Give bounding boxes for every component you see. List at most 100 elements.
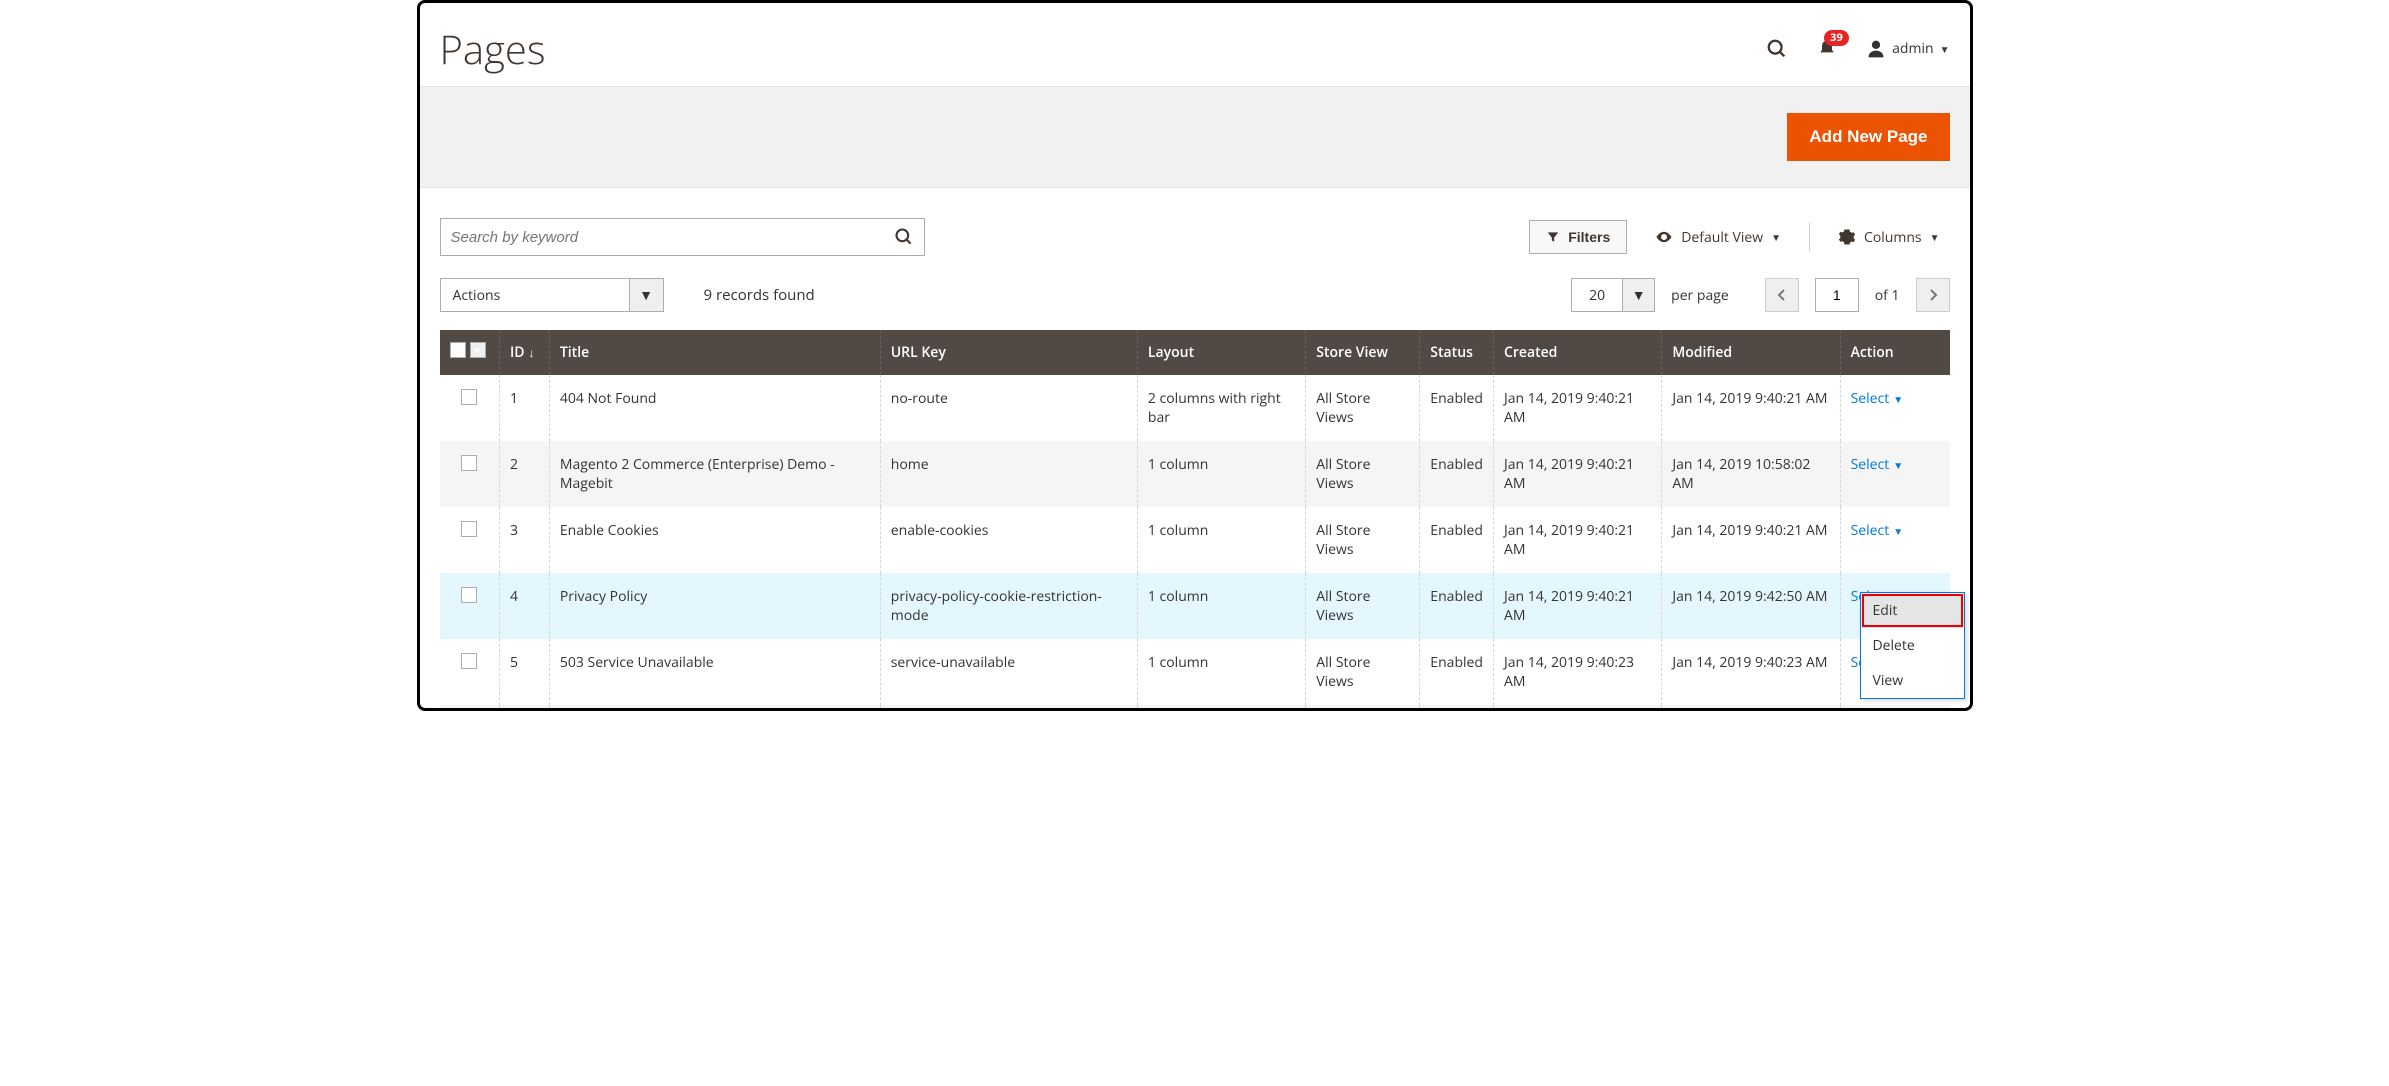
row-checkbox[interactable] <box>461 653 477 669</box>
cell-url: enable-cookies <box>880 507 1137 573</box>
columns-button[interactable]: Columns ▼ <box>1828 220 1950 255</box>
cell-layout: 1 column <box>1137 705 1305 711</box>
prev-page-button[interactable] <box>1765 278 1799 312</box>
cell-title: 404 Not Found <box>549 375 880 441</box>
select-all-checkbox[interactable] <box>450 342 466 358</box>
col-id[interactable]: ID↓ <box>499 330 549 375</box>
chevron-down-icon: ▼ <box>1771 230 1781 244</box>
search-input[interactable] <box>451 229 894 246</box>
search-box <box>440 218 925 256</box>
row-checkbox[interactable] <box>461 521 477 537</box>
chevron-down-icon[interactable]: ▼ <box>629 279 663 311</box>
table-row[interactable]: 6Welcome to our Exclusive Online Storepr… <box>440 705 1950 711</box>
row-select-link[interactable]: Select ▼ <box>1851 389 1904 408</box>
cell-title: Privacy Policy <box>549 573 880 639</box>
user-menu[interactable]: admin ▼ <box>1866 39 1949 59</box>
cell-created: Jan 14, 2019 9:40:21 AM <box>1493 573 1661 639</box>
user-icon <box>1866 39 1886 59</box>
cell-layout: 1 column <box>1137 639 1305 705</box>
dropdown-view[interactable]: View <box>1861 663 1964 698</box>
cell-url: privacy-policy-cookie-restriction-mode <box>880 573 1137 639</box>
row-select-link[interactable]: Select ▼ <box>1851 521 1904 540</box>
cell-id: 1 <box>499 375 549 441</box>
per-page-label: per page <box>1671 286 1729 305</box>
cell-modified: Jan 14, 2019 9:40:23 AM <box>1662 639 1840 705</box>
row-select-link[interactable]: Select ▼ <box>1851 455 1904 474</box>
filters-label: Filters <box>1568 229 1610 245</box>
chevron-down-icon: ▼ <box>1940 42 1950 56</box>
cell-created: Jan 14, 2019 9:40:23 AM <box>1493 639 1661 705</box>
pages-grid: ▼ ID↓ Title URL Key Layout Store View St… <box>440 330 1950 711</box>
cell-id: 4 <box>499 573 549 639</box>
cell-created: Jan 14, 2019 9:40:23 AM <box>1493 705 1661 711</box>
separator <box>1809 223 1810 251</box>
row-checkbox[interactable] <box>461 389 477 405</box>
filters-button[interactable]: Filters <box>1529 220 1627 254</box>
col-status[interactable]: Status <box>1420 330 1494 375</box>
table-row[interactable]: 4Privacy Policyprivacy-policy-cookie-res… <box>440 573 1950 639</box>
cell-status: Enabled <box>1420 507 1494 573</box>
actions-label: Actions <box>441 279 629 311</box>
cell-created: Jan 14, 2019 9:40:21 AM <box>1493 441 1661 507</box>
cell-created: Jan 14, 2019 9:40:21 AM <box>1493 375 1661 441</box>
funnel-icon <box>1546 230 1560 244</box>
total-pages-label: of 1 <box>1875 286 1900 305</box>
col-modified[interactable]: Modified <box>1662 330 1840 375</box>
row-checkbox[interactable] <box>461 455 477 471</box>
chevron-down-icon[interactable]: ▼ <box>470 342 486 358</box>
dropdown-delete[interactable]: Delete <box>1861 628 1964 663</box>
cell-title: Enable Cookies <box>549 507 880 573</box>
search-submit-icon[interactable] <box>894 227 914 247</box>
row-checkbox[interactable] <box>461 587 477 603</box>
col-created[interactable]: Created <box>1493 330 1661 375</box>
col-action: Action <box>1840 330 1949 375</box>
username: admin <box>1892 39 1933 58</box>
cell-title: Welcome to our Exclusive Online Store <box>549 705 880 711</box>
chevron-down-icon: ▼ <box>1930 230 1940 244</box>
page-size-value: 20 <box>1572 279 1622 311</box>
notification-count: 39 <box>1824 30 1849 46</box>
cell-url: no-route <box>880 375 1137 441</box>
cell-title: 503 Service Unavailable <box>549 639 880 705</box>
cell-title: Magento 2 Commerce (Enterprise) Demo - M… <box>549 441 880 507</box>
cell-modified: Jan 14, 2019 9:40:21 AM <box>1662 375 1840 441</box>
dropdown-edit[interactable]: Edit <box>1861 593 1964 628</box>
cell-url: service-unavailable <box>880 639 1137 705</box>
cell-modified: Jan 14, 2019 9:40:21 AM <box>1662 507 1840 573</box>
search-icon[interactable] <box>1766 38 1788 60</box>
table-row[interactable]: 1404 Not Foundno-route2 columns with rig… <box>440 375 1950 441</box>
page-title: Pages <box>440 21 546 76</box>
table-row[interactable]: 2Magento 2 Commerce (Enterprise) Demo - … <box>440 441 1950 507</box>
cell-url: home <box>880 441 1137 507</box>
table-row[interactable]: 3Enable Cookiesenable-cookies1 columnAll… <box>440 507 1950 573</box>
bulk-actions-select[interactable]: Actions ▼ <box>440 278 664 312</box>
default-view-button[interactable]: Default View ▼ <box>1645 220 1791 255</box>
cell-layout: 2 columns with right bar <box>1137 375 1305 441</box>
cell-modified: Jan 14, 2019 10:58:02 AM <box>1662 441 1840 507</box>
table-row[interactable]: 5503 Service Unavailableservice-unavaila… <box>440 639 1950 705</box>
chevron-down-icon[interactable]: ▼ <box>1622 279 1654 311</box>
records-found: 9 records found <box>704 285 815 305</box>
cell-modified: Jan 14, 2019 9:40:23 AM <box>1662 705 1840 711</box>
cell-layout: 1 column <box>1137 507 1305 573</box>
columns-label: Columns <box>1864 228 1922 247</box>
cell-store: All Store Views <box>1306 375 1420 441</box>
cell-status: Enabled <box>1420 705 1494 711</box>
col-layout[interactable]: Layout <box>1137 330 1305 375</box>
col-title[interactable]: Title <box>549 330 880 375</box>
gear-icon <box>1838 228 1856 246</box>
col-url-key[interactable]: URL Key <box>880 330 1137 375</box>
cell-status: Enabled <box>1420 639 1494 705</box>
next-page-button[interactable] <box>1916 278 1950 312</box>
notifications-icon[interactable]: 39 <box>1816 38 1838 60</box>
default-view-label: Default View <box>1681 228 1763 247</box>
cell-id: 5 <box>499 639 549 705</box>
cell-id: 6 <box>499 705 549 711</box>
cell-layout: 1 column <box>1137 441 1305 507</box>
add-new-page-button[interactable]: Add New Page <box>1787 113 1949 161</box>
current-page-input[interactable] <box>1815 278 1859 312</box>
col-store-view[interactable]: Store View <box>1306 330 1420 375</box>
page-size-select[interactable]: 20 ▼ <box>1571 278 1655 312</box>
cell-store: All Store Views <box>1306 639 1420 705</box>
row-action-dropdown: Edit Delete View <box>1860 592 1965 699</box>
